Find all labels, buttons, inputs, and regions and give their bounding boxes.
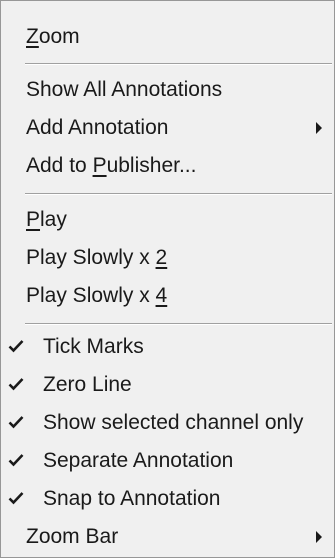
menu-item-label: Show All Annotations [26, 78, 223, 101]
label-pre: Play Slowly x [26, 246, 156, 269]
separator [25, 193, 332, 195]
checkmark-icon [8, 378, 24, 391]
context-menu: Zoom Show All Annotations Add Annotation… [0, 0, 335, 558]
label-rest: oom [38, 25, 80, 48]
mnemonic: 2 [155, 246, 168, 269]
menu-item-label: Tick Marks [43, 335, 144, 358]
checkmark-icon [8, 492, 24, 505]
separator [25, 323, 332, 325]
menu-item-separate-annotation[interactable]: Separate Annotation [1, 442, 334, 480]
menu-item-label: Play Slowly x 2 [26, 239, 167, 277]
menu-item-label: Zoom [26, 18, 80, 56]
menu-item-play[interactable]: Play [1, 201, 334, 239]
mnemonic: 4 [155, 284, 168, 307]
checkmark-icon [8, 454, 24, 467]
submenu-arrow-icon [316, 122, 322, 134]
label-rest: lay [40, 208, 67, 231]
menu-item-label: Zoom Bar [26, 525, 119, 548]
menu-item-zoom-bar[interactable]: Zoom Bar [1, 518, 334, 556]
menu-item-label: Snap to Annotation [43, 487, 221, 510]
menu-item-show-all-annotations[interactable]: Show All Annotations [1, 71, 334, 109]
menu-item-label: Add to Publisher... [26, 147, 196, 185]
menu-item-label: Show selected channel only [43, 411, 304, 434]
label-pre: Play Slowly x [26, 284, 156, 307]
menu-item-label: Separate Annotation [43, 449, 234, 472]
menu-item-add-annotation[interactable]: Add Annotation [1, 109, 334, 147]
mnemonic: P [26, 208, 41, 231]
menu-item-zoom[interactable]: Zoom [1, 18, 334, 56]
mnemonic: P [92, 154, 107, 177]
menu-item-show-selected-channel-only[interactable]: Show selected channel only [1, 404, 334, 442]
separator [25, 63, 332, 65]
mnemonic: Z [26, 25, 39, 48]
menu-item-label: Play Slowly x 4 [26, 277, 167, 315]
menu-item-snap-to-annotation[interactable]: Snap to Annotation [1, 480, 334, 518]
menu-item-label: Add Annotation [26, 116, 169, 139]
menu-item-add-to-publisher[interactable]: Add to Publisher... [1, 147, 334, 185]
menu-item-play-slowly-x2[interactable]: Play Slowly x 2 [1, 239, 334, 277]
label-pre: Add to [26, 154, 93, 177]
menu-item-zero-line[interactable]: Zero Line [1, 366, 334, 404]
submenu-arrow-icon [316, 531, 322, 543]
menu-item-label: Zero Line [43, 373, 132, 396]
menu-item-label: Play [26, 201, 67, 239]
label-rest: ublisher... [106, 154, 197, 177]
menu-item-play-slowly-x4[interactable]: Play Slowly x 4 [1, 277, 334, 315]
menu-item-tick-marks[interactable]: Tick Marks [1, 328, 334, 366]
checkmark-icon [8, 416, 24, 429]
checkmark-icon [8, 340, 24, 353]
